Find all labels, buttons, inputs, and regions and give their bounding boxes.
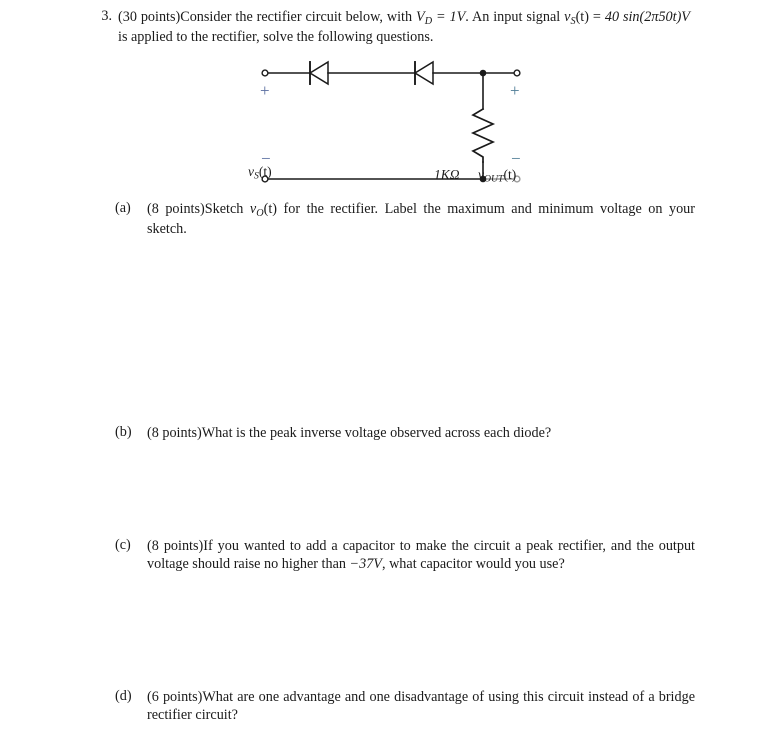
part-c-text-b: , what capacitor would you use?	[381, 556, 565, 573]
vo-symbol: vO(t)	[249, 201, 277, 219]
diode-2-triangle	[413, 60, 434, 86]
problem-3-stem: 3. (30 points)Consider the rectifier cir…	[90, 8, 690, 47]
part-c-points: (8 points)	[147, 538, 204, 554]
capacitor-voltage-value: −37V	[349, 556, 382, 573]
part-c-text: (8 points)If you wanted to add a capacit…	[147, 537, 695, 574]
problem-points: (30 points)	[118, 9, 181, 25]
rectifier-circuit-diagram: + + − − vS(t) 1KΩ vOUT(t)	[230, 52, 550, 197]
part-b-text-a: What is the peak inverse voltage observe…	[201, 425, 552, 441]
vd-value: = 1V	[432, 9, 466, 25]
part-d-tag: (d)	[115, 688, 132, 704]
problem-number: 3.	[101, 8, 112, 24]
diode-1-triangle	[308, 60, 329, 86]
part-a-points: (8 points)	[147, 201, 205, 217]
resistor-value-label: 1KΩ	[434, 167, 460, 182]
problem-stem-part1: Consider the rectifier circuit below, wi…	[180, 9, 417, 25]
part-d-text: (6 points)What are one advantage and one…	[147, 688, 695, 725]
problem-stem-part3: is applied to the rectifier, solve the f…	[118, 29, 434, 46]
document-page: 3. (30 points)Consider the rectifier cir…	[0, 0, 765, 733]
problem-stem-text: (30 points)Consider the rectifier circui…	[118, 8, 690, 47]
vd-symbol: VD	[416, 9, 433, 27]
part-a-text: (8 points)Sketch vO(t) for the rectifier…	[147, 200, 695, 239]
terminal-input-positive	[261, 69, 269, 77]
polarity-plus-input: +	[260, 81, 270, 100]
part-a-text-a: Sketch	[204, 201, 250, 217]
part-b-points: (8 points)	[147, 425, 202, 441]
output-voltage-label: vOUT(t)	[478, 167, 517, 185]
part-b-text: (8 points)What is the peak inverse volta…	[147, 424, 695, 442]
junction-dot-top	[479, 69, 487, 77]
problem-stem-equals: =	[588, 9, 601, 25]
question-part-b: (b) (8 points)What is the peak inverse v…	[115, 424, 695, 442]
question-part-a: (a) (8 points)Sketch vO(t) for the recti…	[115, 200, 695, 239]
vs-symbol: vS(t)	[564, 9, 589, 27]
part-d-text-a: What are one advantage and one disadvant…	[147, 689, 695, 724]
resistor-zigzag	[470, 107, 496, 163]
question-part-c: (c) (8 points)If you wanted to add a cap…	[115, 537, 695, 574]
source-voltage-label: vS(t)	[248, 164, 272, 182]
polarity-minus-output: −	[511, 149, 521, 168]
problem-stem-part2: . An input signal	[465, 9, 565, 25]
part-c-tag: (c)	[115, 537, 131, 553]
question-part-d: (d) (6 points)What are one advantage and…	[115, 688, 695, 725]
part-d-points: (6 points)	[147, 689, 203, 705]
input-signal-expression: 40 sin(2π50t)V	[604, 9, 690, 25]
terminal-output-positive	[513, 69, 521, 77]
part-a-tag: (a)	[115, 200, 131, 216]
part-b-tag: (b)	[115, 424, 132, 440]
polarity-plus-output: +	[510, 81, 520, 100]
